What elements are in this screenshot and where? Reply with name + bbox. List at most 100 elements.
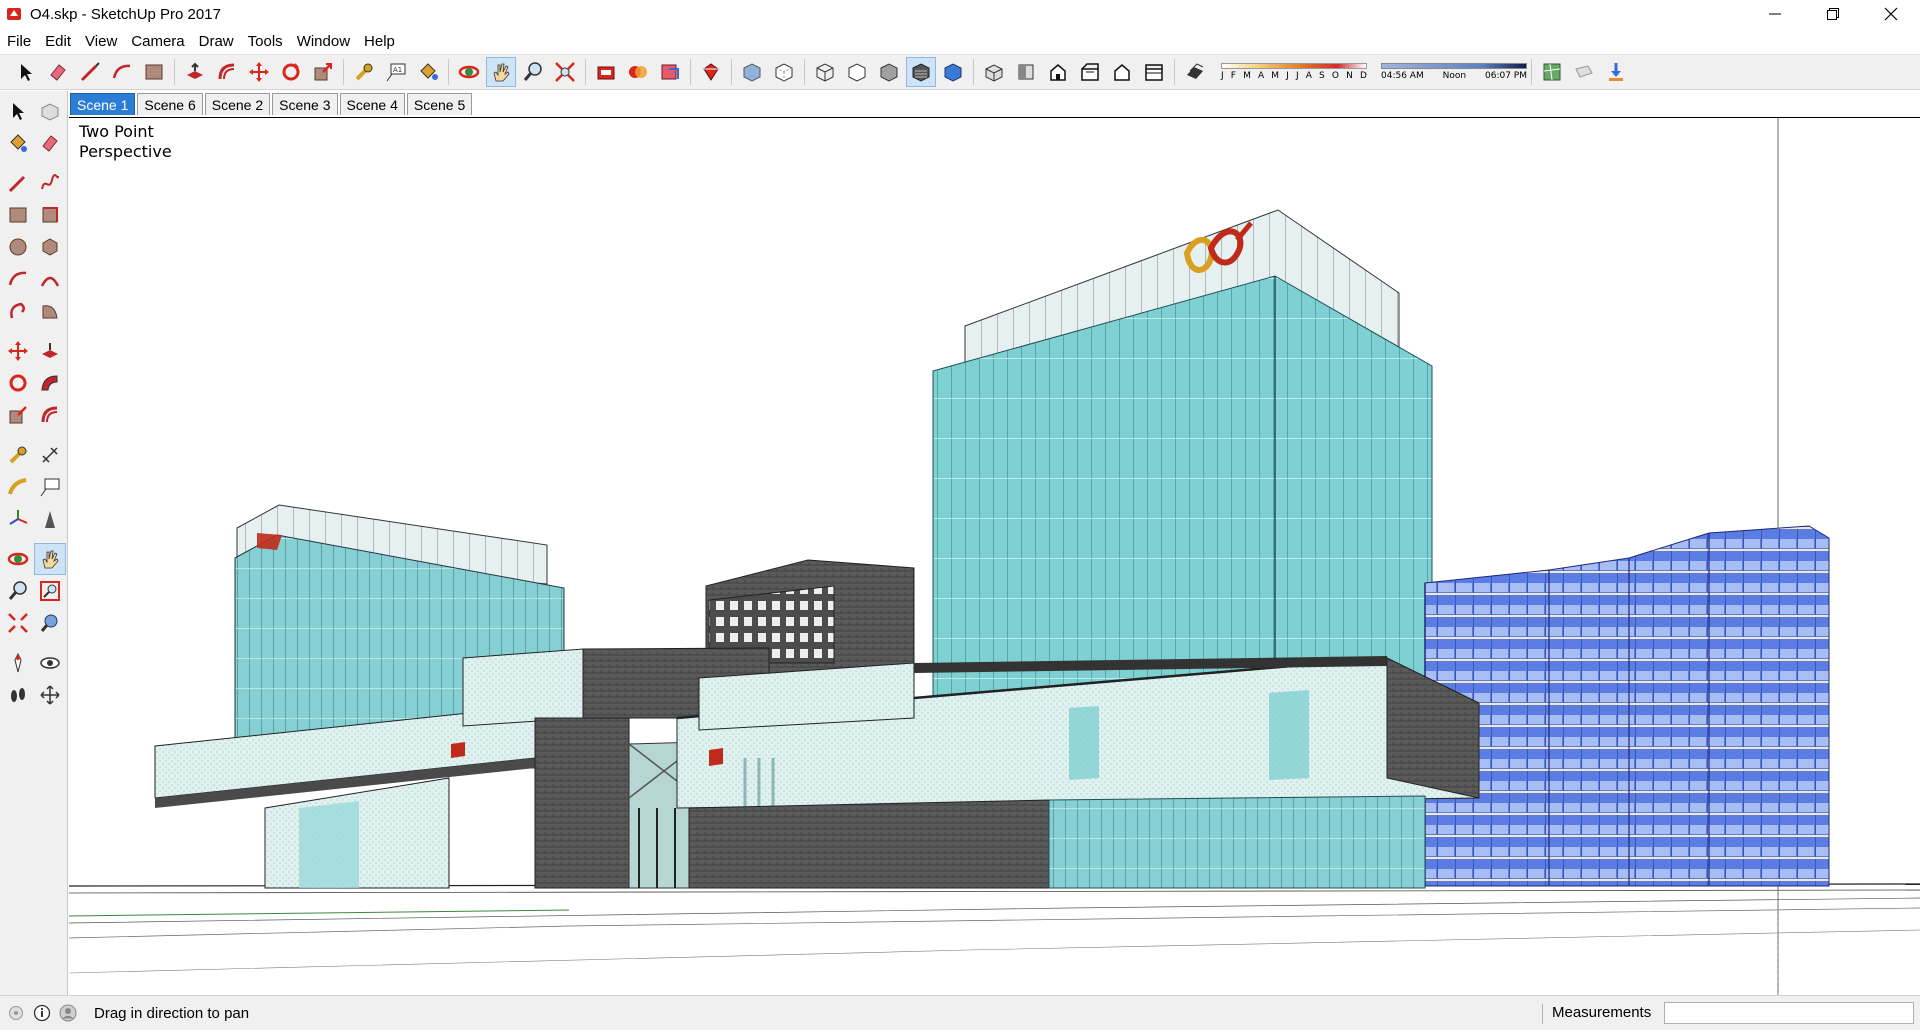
- layout-button[interactable]: [655, 57, 685, 87]
- geo-status-button[interactable]: [6, 1003, 26, 1023]
- menu-tools[interactable]: Tools: [241, 33, 290, 50]
- model-viewport[interactable]: Two Point Perspective: [69, 117, 1920, 995]
- left-tape-measure-button[interactable]: [2, 439, 34, 471]
- back-edges-style-button[interactable]: [769, 57, 799, 87]
- left-dimension-button[interactable]: [34, 439, 66, 471]
- top-view-button[interactable]: [1011, 57, 1041, 87]
- left-position-camera-button[interactable]: [2, 647, 34, 679]
- rectangle-tool-button[interactable]: [139, 57, 169, 87]
- tab-scene-6[interactable]: Scene 6: [137, 93, 203, 115]
- zoom-extents-tool-button[interactable]: [550, 57, 580, 87]
- left-view-button[interactable]: [1139, 57, 1169, 87]
- left-axes-button[interactable]: [2, 503, 34, 535]
- display-shadows-button[interactable]: [1180, 57, 1210, 87]
- left-polygon-button[interactable]: [34, 231, 66, 263]
- shaded-textures-style-button[interactable]: [906, 57, 936, 87]
- zoom-tool-button[interactable]: [518, 57, 548, 87]
- geo-location-button[interactable]: [1537, 57, 1567, 87]
- orbit-tool-button[interactable]: [454, 57, 484, 87]
- select-tool-button[interactable]: [11, 57, 41, 87]
- menu-edit[interactable]: Edit: [38, 33, 78, 50]
- scale-tool-button[interactable]: [308, 57, 338, 87]
- offset-tool-button[interactable]: [212, 57, 242, 87]
- move-tool-button[interactable]: [244, 57, 274, 87]
- front-view-button[interactable]: [1043, 57, 1073, 87]
- left-rectangle-button[interactable]: [2, 199, 34, 231]
- back-view-button[interactable]: [1107, 57, 1137, 87]
- tab-scene-5[interactable]: Scene 5: [406, 93, 473, 115]
- left-three-point-arc-button[interactable]: [2, 295, 34, 327]
- tab-scene-3[interactable]: Scene 3: [272, 93, 338, 115]
- left-circle-button[interactable]: [2, 231, 34, 263]
- menu-file[interactable]: File: [0, 33, 38, 50]
- left-section-plane-button[interactable]: [34, 679, 66, 711]
- add-photo-texture-button[interactable]: [1569, 57, 1599, 87]
- monochrome-style-button[interactable]: [938, 57, 968, 87]
- left-push-pull-button[interactable]: [34, 335, 66, 367]
- left-walk-button[interactable]: [2, 679, 34, 711]
- building-model-render[interactable]: [69, 118, 1920, 995]
- menu-camera[interactable]: Camera: [124, 33, 191, 50]
- left-line-button[interactable]: [2, 167, 34, 199]
- line-tool-button[interactable]: [75, 57, 105, 87]
- left-previous-view-button[interactable]: [34, 607, 66, 639]
- left-paint-bucket-button[interactable]: [2, 127, 34, 159]
- left-eraser-button[interactable]: [34, 127, 66, 159]
- minimize-button[interactable]: [1746, 0, 1804, 28]
- left-arc-button[interactable]: [2, 263, 34, 295]
- menu-window[interactable]: Window: [290, 33, 357, 50]
- left-select-button[interactable]: [2, 95, 34, 127]
- push-pull-tool-button[interactable]: [180, 57, 210, 87]
- hidden-line-style-button[interactable]: [842, 57, 872, 87]
- left-follow-me-button[interactable]: [34, 367, 66, 399]
- left-move-button[interactable]: [2, 335, 34, 367]
- left-protractor-button[interactable]: [2, 471, 34, 503]
- shadow-month-slider[interactable]: [1221, 63, 1367, 69]
- left-3d-text-button[interactable]: [34, 503, 66, 535]
- measurements-input[interactable]: [1664, 1002, 1914, 1024]
- xray-style-button[interactable]: [737, 57, 767, 87]
- extension-manager-button[interactable]: [696, 57, 726, 87]
- menu-draw[interactable]: Draw: [192, 33, 241, 50]
- tab-scene-4[interactable]: Scene 4: [339, 93, 405, 115]
- arc-tool-button[interactable]: [107, 57, 137, 87]
- left-zoom-extents-button[interactable]: [2, 607, 34, 639]
- rotate-tool-button[interactable]: [276, 57, 306, 87]
- left-pan-button[interactable]: [34, 543, 66, 575]
- tab-scene-1[interactable]: Scene 1: [70, 93, 136, 115]
- close-button[interactable]: [1862, 0, 1920, 28]
- credits-status-button[interactable]: [32, 1003, 52, 1023]
- shaded-style-button[interactable]: [874, 57, 904, 87]
- wireframe-style-button[interactable]: [810, 57, 840, 87]
- extension-warehouse-button[interactable]: [623, 57, 653, 87]
- restore-button[interactable]: [1804, 0, 1862, 28]
- iso-view-button[interactable]: [979, 57, 1009, 87]
- left-offset-button[interactable]: [34, 399, 66, 431]
- send-to-layout-button[interactable]: [1601, 57, 1631, 87]
- 3d-warehouse-button[interactable]: [591, 57, 621, 87]
- menu-view[interactable]: View: [78, 33, 124, 50]
- left-scale-button[interactable]: [2, 399, 34, 431]
- left-freehand-button[interactable]: [34, 167, 66, 199]
- menu-help[interactable]: Help: [357, 33, 402, 50]
- pan-tool-button[interactable]: [486, 57, 516, 87]
- left-pie-button[interactable]: [34, 295, 66, 327]
- right-view-button[interactable]: [1075, 57, 1105, 87]
- shadow-time-slider[interactable]: [1381, 63, 1527, 69]
- left-make-component-button[interactable]: [34, 95, 66, 127]
- tape-measure-tool-button[interactable]: [349, 57, 379, 87]
- eraser-tool-button[interactable]: [43, 57, 73, 87]
- left-rotated-rectangle-button[interactable]: [34, 199, 66, 231]
- text-tool-button[interactable]: A1: [381, 57, 411, 87]
- left-text-button[interactable]: [34, 471, 66, 503]
- left-zoom-window-button[interactable]: [34, 575, 66, 607]
- paint-bucket-tool-button[interactable]: [413, 57, 443, 87]
- left-orbit-button[interactable]: [2, 543, 34, 575]
- left-zoom-button[interactable]: [2, 575, 34, 607]
- left-two-point-arc-button[interactable]: [34, 263, 66, 295]
- user-status-button[interactable]: [58, 1003, 78, 1023]
- user-icon: [59, 1004, 77, 1022]
- left-rotate-button[interactable]: [2, 367, 34, 399]
- tab-scene-2[interactable]: Scene 2: [204, 93, 271, 115]
- left-look-around-button[interactable]: [34, 647, 66, 679]
